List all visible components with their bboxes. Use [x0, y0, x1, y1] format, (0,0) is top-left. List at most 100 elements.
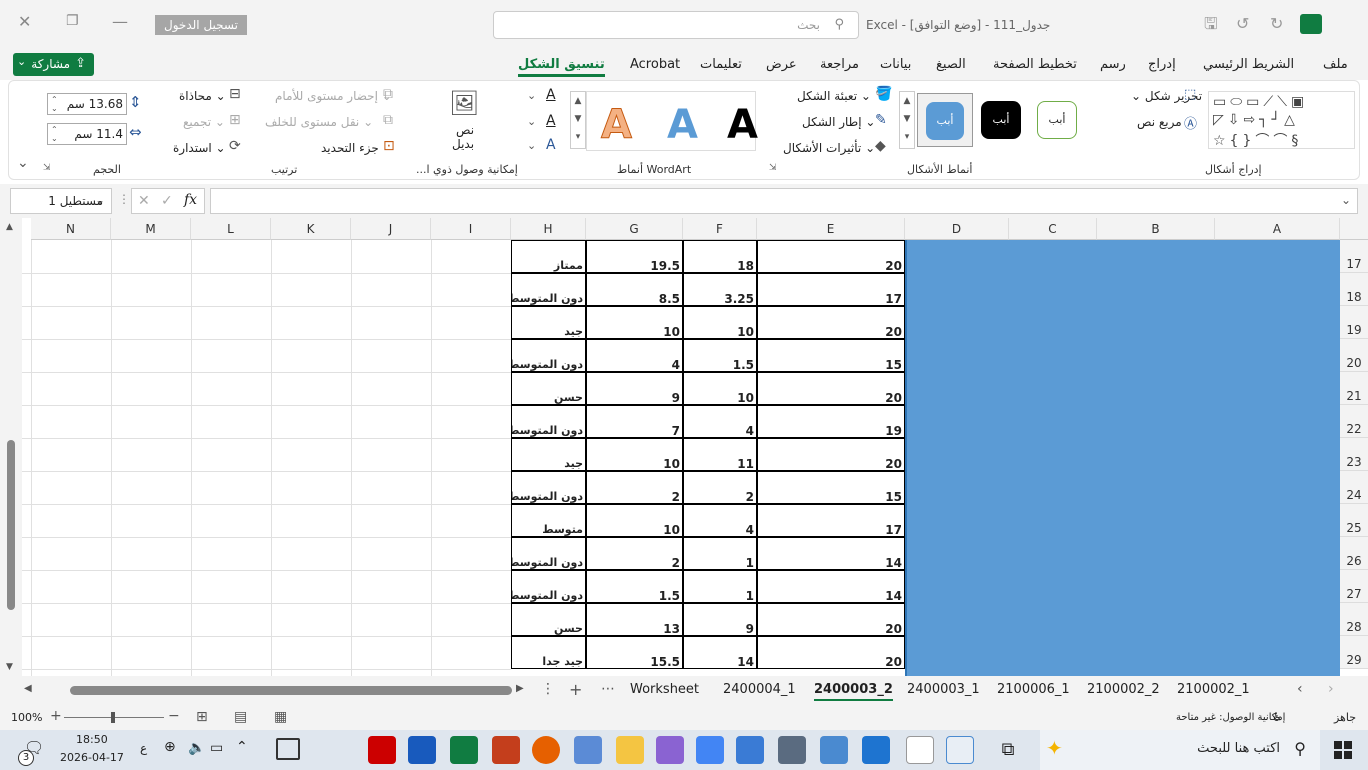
page-break-icon[interactable]: ⊞	[196, 709, 208, 725]
spreadsheet-grid[interactable]: ▲ ▼ ABCDEFGHIJKLMN 17 20 18 19.5 ممتاز 18 17 3.…	[0, 218, 1368, 703]
shapes-gallery[interactable]: ▭⬭▭⟋⟍▣ ◸⇩⇨┐┘△ ☆{}⌒⌒§	[1208, 91, 1355, 149]
row-header[interactable]: 26	[1340, 537, 1368, 570]
column-header-i[interactable]: I	[431, 218, 511, 240]
scrollbar-thumb[interactable]	[7, 440, 15, 610]
cell-g[interactable]: 2	[586, 471, 683, 504]
sheet-tab[interactable]: Worksheet	[630, 682, 699, 697]
tab-page-layout[interactable]: تخطيط الصفحة	[993, 57, 1077, 72]
page-layout-icon[interactable]: ▤	[234, 709, 247, 725]
sheet-tab[interactable]: 2100002_2	[1087, 682, 1160, 697]
row-header[interactable]: 29	[1340, 636, 1368, 669]
cell-h[interactable]: حسن	[511, 603, 586, 636]
notification-center-icon[interactable]	[276, 738, 300, 760]
cell-f[interactable]: 1	[683, 537, 757, 570]
cell-e[interactable]: 20	[757, 306, 905, 339]
app-icon[interactable]	[574, 736, 602, 764]
cell-h[interactable]: حسن	[511, 372, 586, 405]
column-header-d[interactable]: D	[905, 218, 1009, 240]
insert-function-icon[interactable]: fx	[184, 192, 197, 208]
cell-h[interactable]: دون المتوسط	[511, 339, 586, 372]
text-box-button[interactable]: مربع نص	[1137, 115, 1182, 129]
collapse-ribbon-icon[interactable]: ⌄	[17, 155, 29, 171]
cell-g[interactable]: 8.5	[586, 273, 683, 306]
alt-text-label-1[interactable]: نص	[456, 123, 474, 137]
row-header[interactable]: 17	[1340, 240, 1368, 273]
cell-e[interactable]: 20	[757, 603, 905, 636]
cell-e[interactable]: 20	[757, 372, 905, 405]
text-effects-icon[interactable]: A	[546, 137, 556, 153]
selection-pane-button[interactable]: جزء التحديد	[321, 141, 379, 155]
tab-file[interactable]: ملف	[1323, 57, 1348, 72]
store-icon[interactable]	[946, 736, 974, 764]
clock-date[interactable]: 2026-04-17	[60, 751, 124, 764]
scroll-right-icon[interactable]: ▶	[516, 683, 524, 694]
cell-h[interactable]: جيد	[511, 438, 586, 471]
cell-f[interactable]: 1.5	[683, 339, 757, 372]
cancel-icon[interactable]: ✕	[138, 193, 150, 209]
column-header-f[interactable]: F	[683, 218, 757, 240]
chevron-right-icon[interactable]: ›	[1328, 681, 1334, 697]
sheet-tab[interactable]: 2400004_1	[723, 682, 796, 697]
redo-icon[interactable]: ↻	[1270, 14, 1283, 33]
vertical-scrollbar[interactable]: ▲ ▼	[0, 218, 22, 676]
shape-effects-button[interactable]: ⌄ تأثيرات الأشكال	[783, 141, 875, 155]
scroll-left-icon[interactable]: ◀	[24, 683, 32, 694]
excel-taskbar-icon[interactable]	[450, 736, 478, 764]
tab-insert[interactable]: إدراج	[1148, 57, 1176, 72]
cell-e[interactable]: 14	[757, 537, 905, 570]
normal-view-icon[interactable]: ▦	[274, 709, 287, 725]
align-button[interactable]: ⌄ محاذاة	[179, 89, 226, 103]
chevron-left-icon[interactable]: ‹	[1297, 681, 1303, 697]
selected-rectangle-shape[interactable]	[905, 240, 1340, 676]
row-header[interactable]: 22	[1340, 405, 1368, 438]
row-header[interactable]: 27	[1340, 570, 1368, 603]
zoom-level[interactable]: 100%	[11, 711, 42, 724]
cell-g[interactable]: 15.5	[586, 636, 683, 669]
cell-h[interactable]: ممتاز	[511, 240, 586, 273]
zoom-in-icon[interactable]: +	[50, 708, 62, 724]
column-header-b[interactable]: B	[1097, 218, 1215, 240]
cell-f[interactable]: 10	[683, 306, 757, 339]
enter-icon[interactable]: ✓	[161, 193, 173, 209]
zoom-out-icon[interactable]: −	[168, 708, 180, 724]
status-accessibility[interactable]: إمكانية الوصول: غير متاحة	[1176, 712, 1285, 723]
alt-text-icon[interactable]: 🖼	[449, 89, 479, 117]
cell-g[interactable]: 4	[586, 339, 683, 372]
mail-icon[interactable]	[862, 736, 890, 764]
save-icon[interactable]: 🖫	[1204, 13, 1218, 40]
cell-h[interactable]: جيد	[511, 306, 586, 339]
folder-icon[interactable]	[616, 736, 644, 764]
word-icon[interactable]	[408, 736, 436, 764]
shape-height-input[interactable]: ⌃ ⌄ 13.68 سم	[47, 93, 127, 115]
add-sheet-icon[interactable]: +	[569, 680, 582, 699]
cell-f[interactable]: 4	[683, 504, 757, 537]
shape-width-input[interactable]: ⌃ ⌄ 11.4 سم	[47, 123, 127, 145]
cell-e[interactable]: 20	[757, 240, 905, 273]
acrobat-icon[interactable]	[368, 736, 396, 764]
cell-g[interactable]: 10	[586, 306, 683, 339]
tab-shape-format[interactable]: تنسيق الشكل	[518, 57, 605, 77]
dialog-launcher-icon[interactable]: ⇲	[43, 163, 51, 173]
tab-help[interactable]: تعليمات	[700, 57, 742, 72]
cell-e[interactable]: 15	[757, 339, 905, 372]
scroll-up-icon[interactable]: ▲	[6, 222, 13, 232]
undo-icon[interactable]: ↺	[1236, 14, 1249, 33]
sheet-tab[interactable]: 2100006_1	[997, 682, 1070, 697]
formula-input[interactable]: ⌄	[210, 188, 1358, 214]
column-header-l[interactable]: L	[191, 218, 271, 240]
column-header-m[interactable]: M	[111, 218, 191, 240]
column-header-a[interactable]: A	[1215, 218, 1340, 240]
row-header[interactable]: 25	[1340, 504, 1368, 537]
cell-g[interactable]: 13	[586, 603, 683, 636]
cell-f[interactable]: 18	[683, 240, 757, 273]
language-indicator[interactable]: ع	[140, 741, 147, 755]
tab-data[interactable]: بيانات	[880, 57, 911, 72]
windows-start-icon[interactable]	[1320, 730, 1368, 770]
cell-e[interactable]: 17	[757, 504, 905, 537]
cell-h[interactable]: جيد جدا	[511, 636, 586, 669]
sign-in-button[interactable]: تسجيل الدخول	[155, 15, 247, 35]
cell-f[interactable]: 3.25	[683, 273, 757, 306]
app-icon[interactable]	[778, 736, 806, 764]
restore-icon[interactable]: ❐	[66, 13, 79, 29]
wordart-scroll[interactable]: ▲ ▼ ▾	[570, 91, 586, 149]
